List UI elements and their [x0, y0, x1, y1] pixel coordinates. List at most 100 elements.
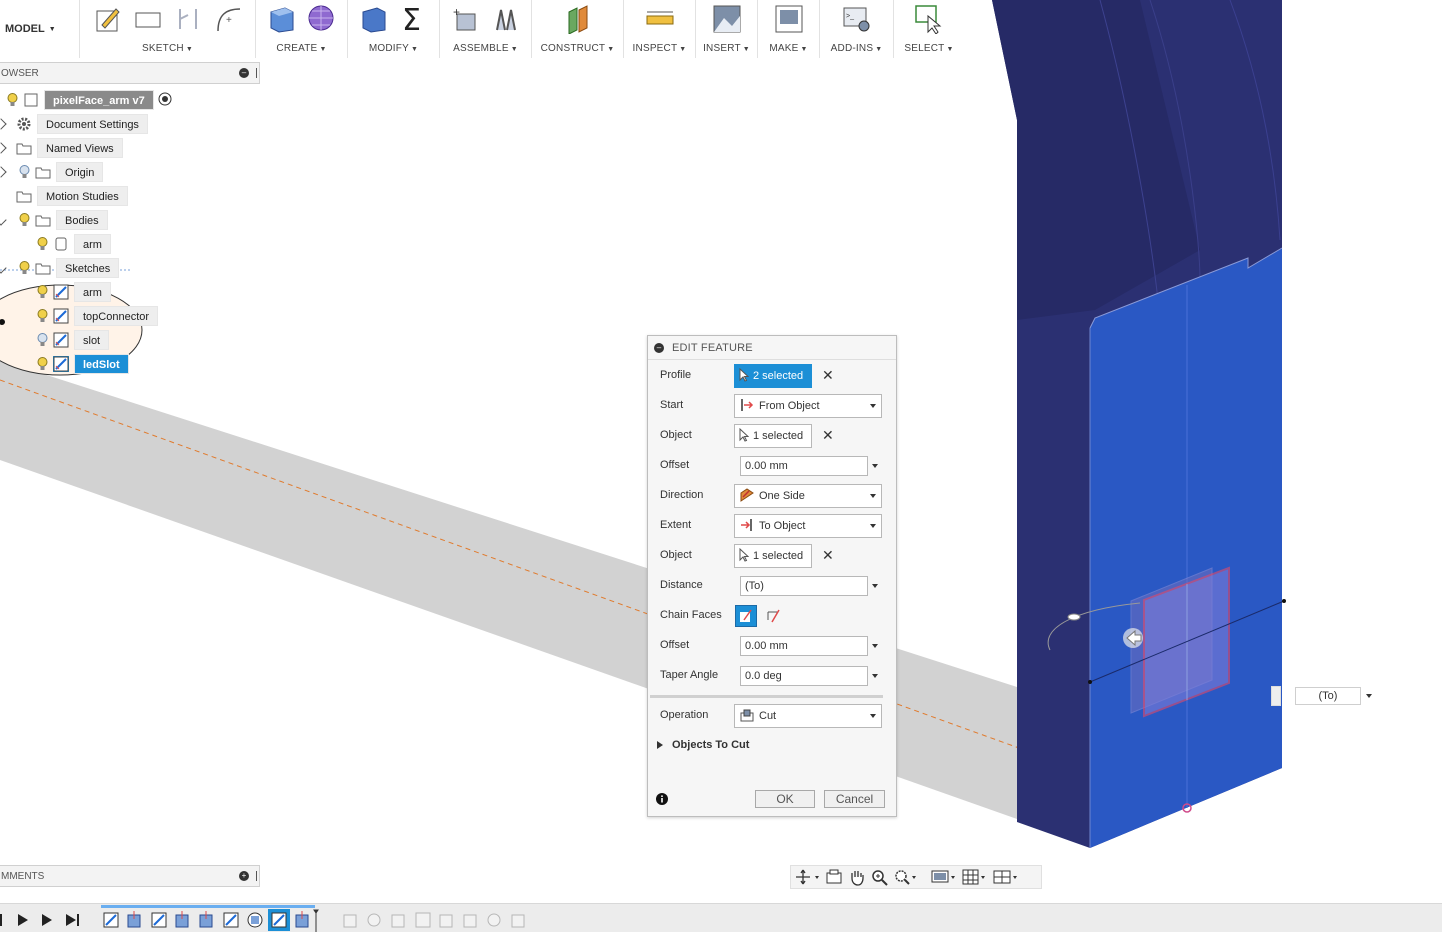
sketch-dimension-icon[interactable]: [173, 4, 203, 34]
visibility-bulb-icon[interactable]: [36, 285, 48, 299]
sigma-icon[interactable]: Σ: [399, 4, 429, 34]
addins-menu-label[interactable]: ADD-INS: [831, 43, 874, 54]
drag-handle[interactable]: [1271, 686, 1281, 706]
rectangle-icon[interactable]: [133, 4, 163, 34]
construct-group[interactable]: CONSTRUCT ▼: [532, 0, 624, 58]
chain-faces-off-icon[interactable]: [763, 605, 785, 627]
browser-item-sketch-arm[interactable]: arm: [36, 282, 111, 302]
taper-input[interactable]: 0.0 deg: [740, 666, 868, 686]
ok-button[interactable]: OK: [755, 790, 815, 808]
chevron-down-icon[interactable]: [872, 644, 878, 648]
modify-group[interactable]: Σ MODIFY ▼: [348, 0, 440, 58]
sketch-menu-label[interactable]: SKETCH: [142, 43, 184, 54]
construct-menu-label[interactable]: CONSTRUCT: [541, 43, 606, 54]
select-group[interactable]: SELECT ▼: [894, 0, 964, 58]
expand-icon[interactable]: [0, 118, 7, 130]
browser-item-label[interactable]: arm: [74, 234, 111, 254]
chevron-down-icon[interactable]: [1366, 694, 1372, 698]
browser-item-label[interactable]: Document Settings: [37, 114, 148, 134]
chevron-down-icon[interactable]: ▼: [875, 46, 882, 53]
chain-faces-on-icon[interactable]: [735, 605, 757, 627]
comments-panel-header[interactable]: MMENTS +: [0, 865, 260, 887]
visibility-bulb-icon[interactable]: [36, 237, 48, 251]
play-icon[interactable]: [18, 914, 28, 926]
browser-item-label[interactable]: Bodies: [56, 210, 108, 230]
chevron-down-icon[interactable]: ▼: [743, 46, 750, 53]
sphere-icon[interactable]: [307, 4, 337, 34]
browser-item-sketch-slot[interactable]: slot: [36, 330, 110, 350]
visibility-bulb-icon[interactable]: [18, 261, 30, 275]
extrude-icon[interactable]: [267, 4, 297, 34]
chevron-down-icon[interactable]: ▼: [319, 46, 326, 53]
activate-radio-icon[interactable]: [158, 92, 172, 109]
browser-panel-header[interactable]: OWSER –: [0, 62, 260, 84]
browser-item-label[interactable]: slot: [74, 330, 110, 350]
expand-icon[interactable]: [0, 142, 7, 154]
dialog-header[interactable]: – EDIT FEATURE: [648, 336, 896, 360]
browser-item-sketch-topconnector[interactable]: topConnector: [36, 306, 159, 326]
pin-icon[interactable]: [256, 871, 257, 881]
chevron-down-icon[interactable]: ▼: [411, 46, 418, 53]
clear-selection-icon[interactable]: ✕: [822, 428, 834, 442]
browser-item-origin[interactable]: Origin: [0, 162, 104, 182]
browser-item-sketch-ledslot[interactable]: ledSlot: [36, 354, 129, 374]
floating-distance-value[interactable]: (To): [1295, 687, 1361, 705]
expand-icon[interactable]: [0, 166, 7, 178]
document-name[interactable]: pixelFace_arm v7: [44, 90, 154, 110]
add-comment-icon[interactable]: +: [239, 871, 249, 881]
visibility-bulb-icon[interactable]: [36, 309, 48, 323]
collapse-icon[interactable]: [0, 262, 7, 274]
step-forward-icon[interactable]: [42, 914, 52, 926]
fit-icon[interactable]: [893, 868, 919, 886]
workspace-switcher[interactable]: MODEL ▼: [0, 0, 80, 58]
create-sketch-icon[interactable]: [93, 4, 123, 34]
select-arrow-icon[interactable]: [914, 4, 944, 34]
look-at-icon[interactable]: [824, 868, 844, 886]
browser-item-named-views[interactable]: Named Views: [0, 138, 123, 158]
insert-menu-label[interactable]: INSERT: [703, 43, 741, 54]
display-settings-icon[interactable]: [930, 868, 958, 886]
collapse-icon[interactable]: –: [239, 68, 249, 78]
browser-item-label[interactable]: Named Views: [37, 138, 123, 158]
browser-item-label[interactable]: arm: [74, 282, 111, 302]
browser-item-label[interactable]: Motion Studies: [37, 186, 128, 206]
chevron-down-icon[interactable]: [870, 524, 876, 528]
select-menu-label[interactable]: SELECT: [904, 43, 944, 54]
joint-icon[interactable]: [491, 4, 521, 34]
assemble-menu-label[interactable]: ASSEMBLE: [453, 43, 509, 54]
browser-item-label[interactable]: Sketches: [56, 258, 120, 278]
scripts-icon[interactable]: >_: [842, 4, 872, 34]
operation-dropdown[interactable]: Cut: [734, 704, 882, 728]
timeline-features[interactable]: [100, 908, 530, 932]
chevron-down-icon[interactable]: ▼: [801, 46, 808, 53]
measure-icon[interactable]: [645, 4, 675, 34]
grid-icon[interactable]: [961, 868, 989, 886]
browser-item-label[interactable]: ledSlot: [74, 354, 129, 374]
browser-item-body-arm[interactable]: arm: [36, 234, 111, 254]
browser-item-motion-studies[interactable]: Motion Studies: [0, 186, 128, 206]
browser-item-bodies[interactable]: Bodies: [0, 210, 108, 230]
clear-selection-icon[interactable]: ✕: [822, 368, 834, 382]
chevron-down-icon[interactable]: [870, 714, 876, 718]
collapse-icon[interactable]: –: [654, 343, 664, 353]
make-menu-label[interactable]: MAKE: [769, 43, 798, 54]
modify-menu-label[interactable]: MODIFY: [369, 43, 409, 54]
browser-item-document-settings[interactable]: Document Settings: [0, 114, 148, 134]
skip-back-icon[interactable]: [0, 914, 2, 926]
assemble-group[interactable]: + ASSEMBLE ▼: [440, 0, 532, 58]
distance-arrow-icon[interactable]: [1123, 628, 1143, 648]
insert-group[interactable]: INSERT ▼: [696, 0, 758, 58]
objects-to-cut-row[interactable]: Objects To Cut: [648, 731, 896, 761]
addins-group[interactable]: >_ ADD-INS ▼: [820, 0, 894, 58]
info-icon[interactable]: [656, 793, 668, 808]
chevron-down-icon[interactable]: ▼: [946, 46, 953, 53]
new-component-icon[interactable]: +: [451, 4, 481, 34]
offset-plane-icon[interactable]: [563, 4, 593, 34]
arc-icon[interactable]: +: [213, 4, 243, 34]
manipulator-handle[interactable]: [1067, 613, 1081, 621]
clear-selection-icon[interactable]: ✕: [822, 548, 834, 562]
visibility-bulb-icon[interactable]: [6, 93, 18, 107]
chevron-down-icon[interactable]: [872, 584, 878, 588]
chevron-down-icon[interactable]: ▼: [679, 46, 686, 53]
visibility-bulb-icon[interactable]: [36, 333, 48, 347]
